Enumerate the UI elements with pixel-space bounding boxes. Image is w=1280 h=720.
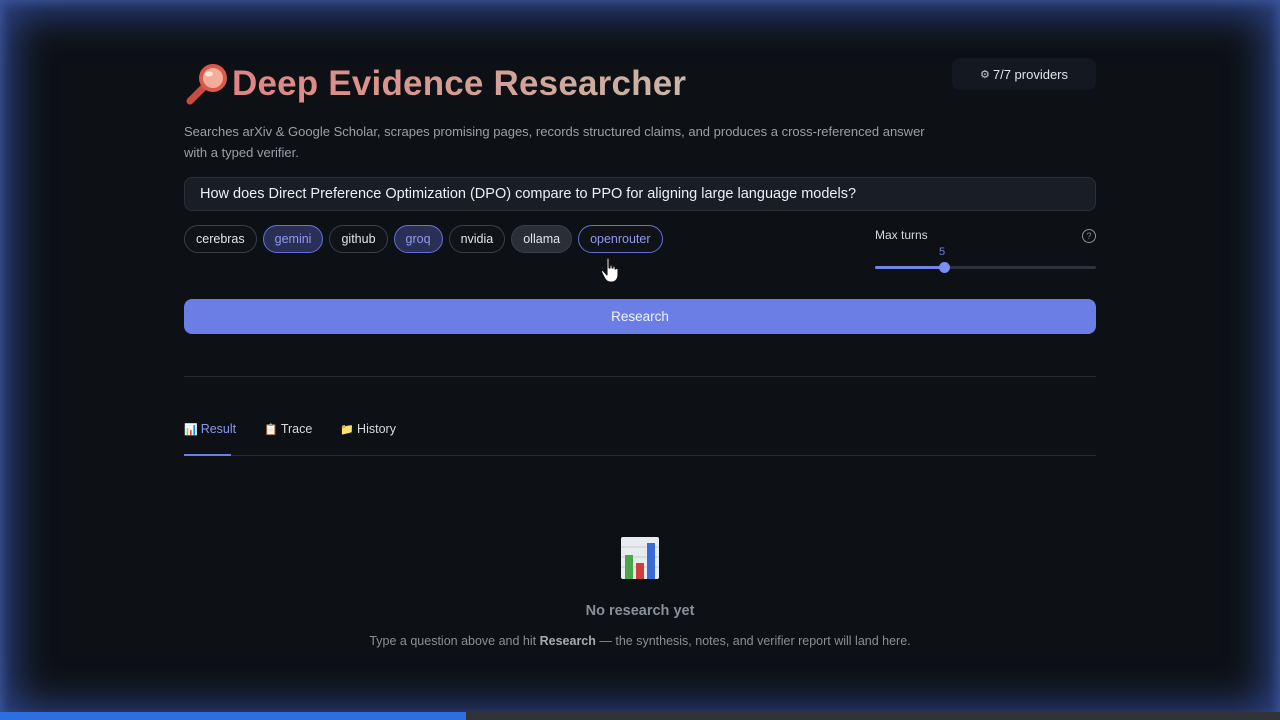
slider-thumb[interactable] (938, 262, 950, 273)
provider-chip-cerebras[interactable]: cerebras (184, 225, 257, 253)
empty-desc-before: Type a question above and hit (369, 634, 540, 648)
tab-result[interactable]: 📊 Result (184, 419, 236, 439)
tab-history[interactable]: 📁 History (340, 419, 396, 439)
provider-chip-github[interactable]: github (329, 225, 388, 253)
provider-chip-ollama[interactable]: ollama (511, 225, 573, 253)
tab-label: Trace (280, 422, 313, 436)
app-window: Deep Evidence Researcher ⚙ 7/7 providers… (0, 0, 1280, 720)
provider-chip-gemini[interactable]: gemini (262, 225, 324, 253)
result-tabs: 📊 Result 📋 Trace 📁 History (184, 419, 396, 439)
page-title: Deep Evidence Researcher (232, 64, 687, 103)
max-turns-value: 5 (939, 246, 946, 258)
empty-state-title: No research yet (585, 603, 695, 619)
providers-status-badge: ⚙ 7/7 providers (952, 58, 1096, 90)
magnifying-glass-icon (186, 64, 227, 105)
provider-chip-openrouter[interactable]: openrouter (578, 225, 663, 253)
empty-desc-bold: Research (539, 634, 596, 648)
provider-chip-nvidia[interactable]: nvidia (448, 225, 506, 253)
provider-chip-groq[interactable]: groq (393, 225, 443, 253)
title-row: Deep Evidence Researcher (184, 58, 686, 110)
empty-desc-after: — the synthesis, notes, and verifier rep… (595, 634, 911, 648)
tab-label: History (357, 422, 396, 436)
hand-cursor-icon (600, 257, 619, 283)
max-turns-slider[interactable] (875, 262, 1096, 273)
empty-state-description: Type a question above and hit Research —… (184, 634, 1096, 648)
divider (184, 376, 1096, 377)
active-tab-indicator (184, 454, 231, 456)
bar-chart-icon: 📊 (184, 423, 198, 436)
query-input[interactable] (184, 177, 1096, 211)
tabs-divider (184, 455, 1096, 456)
video-progress-fill (0, 712, 466, 720)
notepad-icon: 📋 (264, 423, 278, 436)
gear-icon: ⚙ (979, 68, 990, 81)
page-description: Searches arXiv & Google Scholar, scrapes… (184, 124, 925, 160)
folder-icon: 📁 (340, 423, 355, 436)
tab-trace[interactable]: 📋 Trace (264, 419, 312, 439)
tab-label: Result (200, 422, 237, 436)
bar-chart-icon (621, 537, 659, 579)
video-progress-bar[interactable] (0, 712, 1280, 720)
provider-chips: cerebras gemini github groq nvidia ollama open… (184, 225, 663, 253)
research-button[interactable]: Research (184, 299, 1096, 334)
help-icon[interactable]: ? (1082, 229, 1096, 243)
max-turns-label: Max turns (875, 228, 928, 242)
providers-status-text: 7/7 providers (992, 66, 1069, 82)
slider-fill (875, 266, 944, 269)
